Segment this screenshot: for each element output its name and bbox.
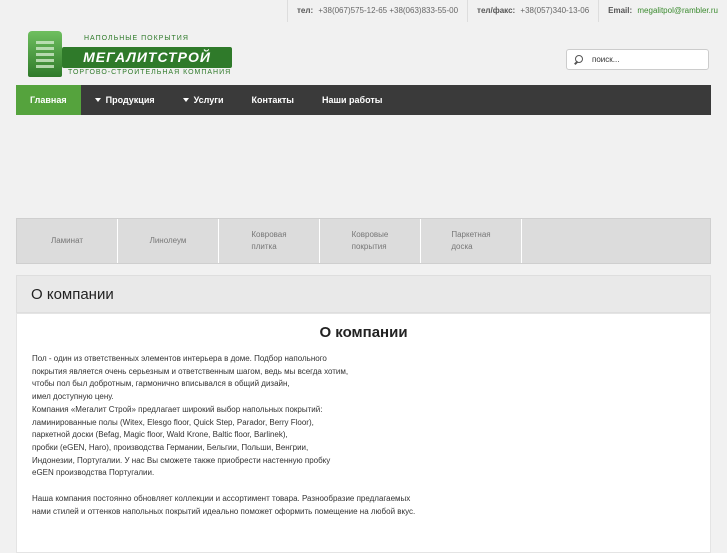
category-carpet-tile[interactable]: Ковровая плитка <box>219 219 320 263</box>
article-line: паркетной доски (Befag, Magic floor, Wal… <box>32 430 288 440</box>
main-nav: Главная Продукция Услуги Контакты Наши р… <box>16 85 711 115</box>
category-label: Линолеум <box>149 236 187 245</box>
article-line: Пол - один из ответственных элементов ин… <box>32 354 327 363</box>
search-input[interactable] <box>590 54 704 65</box>
category-carpet[interactable]: Ковровые покрытия <box>320 219 421 263</box>
phone-label: тел: <box>297 6 314 15</box>
logo-tagline-bottom: ТОРГОВО-СТРОИТЕЛЬНАЯ КОМПАНИЯ <box>68 69 232 76</box>
caret-down-icon <box>94 98 101 102</box>
nav-item-label: Продукция <box>105 95 155 105</box>
category-parquet[interactable]: Паркетная доска <box>421 219 522 263</box>
site-logo[interactable]: НАПОЛЬНЫЕ ПОКРЫТИЯ МЕГАЛИТСТРОЙ ТОРГОВО-… <box>24 29 232 79</box>
article-line: чтобы пол был добротным, гармонично впис… <box>32 379 290 389</box>
search-box <box>566 49 709 70</box>
nav-item-label: Наши работы <box>322 95 383 105</box>
category-label: Паркетная <box>451 230 491 239</box>
nav-item-products[interactable]: Продукция <box>81 85 169 115</box>
nav-item-label: Услуги <box>193 95 224 105</box>
nav-item-label: Главная <box>30 95 67 105</box>
article: О компании Пол - один из ответственных э… <box>16 313 711 553</box>
email-info: Email: megalitpol@rambler.ru <box>598 0 727 22</box>
article-line: пробки (eGEN, Haro), производства Герман… <box>32 442 309 452</box>
article-line: Компания «Мегалит Строй» предлагает широ… <box>32 404 323 414</box>
article-body: Пол - один из ответственных элементов ин… <box>32 353 472 518</box>
caret-down-icon <box>182 98 189 102</box>
page-title: О компании <box>31 286 114 303</box>
article-line: нами стилей и оттенков напольных покрыти… <box>32 506 416 516</box>
fax-value: +38(057)340-13-06 <box>520 6 590 15</box>
nav-item-label: Контакты <box>251 95 294 105</box>
category-linoleum[interactable]: Линолеум <box>118 219 219 263</box>
category-label: Ковровая <box>251 230 287 239</box>
category-label-line2: плитка <box>251 242 277 251</box>
logo-brand-name: МЕГАЛИТСТРОЙ <box>62 47 232 68</box>
nav-item-home[interactable]: Главная <box>16 85 81 115</box>
category-laminate[interactable]: Ламинат <box>17 219 118 263</box>
logo-tagline-top: НАПОЛЬНЫЕ ПОКРЫТИЯ <box>84 35 189 42</box>
search-icon[interactable] <box>574 54 584 65</box>
page-header: О компании <box>16 275 711 313</box>
building-logo-icon <box>28 31 62 77</box>
email-label: Email: <box>608 6 633 15</box>
fax-label: тел/факс: <box>477 6 516 15</box>
category-label-line2: доска <box>451 242 473 251</box>
article-line: имел доступную цену. <box>32 392 114 402</box>
article-title: О компании <box>319 324 408 341</box>
article-line: Индонезии, Португалии. У нас Вы сможете … <box>32 455 331 465</box>
article-line: покрытия является очень серьезным и отве… <box>32 366 349 376</box>
nav-item-contacts[interactable]: Контакты <box>238 85 308 115</box>
category-label: Ламинат <box>50 236 84 245</box>
nav-item-our-works[interactable]: Наши работы <box>308 85 396 115</box>
category-strip: Ламинат Линолеум Ковровая плитка Ковровые… <box>16 218 711 264</box>
email-link[interactable]: megalitpol@rambler.ru <box>637 6 718 15</box>
category-label-line2: покрытия <box>351 242 387 251</box>
article-line: ламинированные полы (Witex, Elesgo floor… <box>32 417 314 427</box>
phone-info: тел: +38(067)575-12-65 +38(063)833-55-00 <box>287 0 467 22</box>
fax-info: тел/факс: +38(057)340-13-06 <box>467 0 598 22</box>
contact-bar: тел: +38(067)575-12-65 +38(063)833-55-00… <box>287 0 727 22</box>
phone-value: +38(067)575-12-65 +38(063)833-55-00 <box>318 6 459 15</box>
nav-item-services[interactable]: Услуги <box>169 85 238 115</box>
category-label: Ковровые <box>351 230 389 239</box>
article-line: eGEN производства Португалии. <box>32 468 155 478</box>
article-line: Наша компания постоянно обновляет коллек… <box>32 494 411 504</box>
